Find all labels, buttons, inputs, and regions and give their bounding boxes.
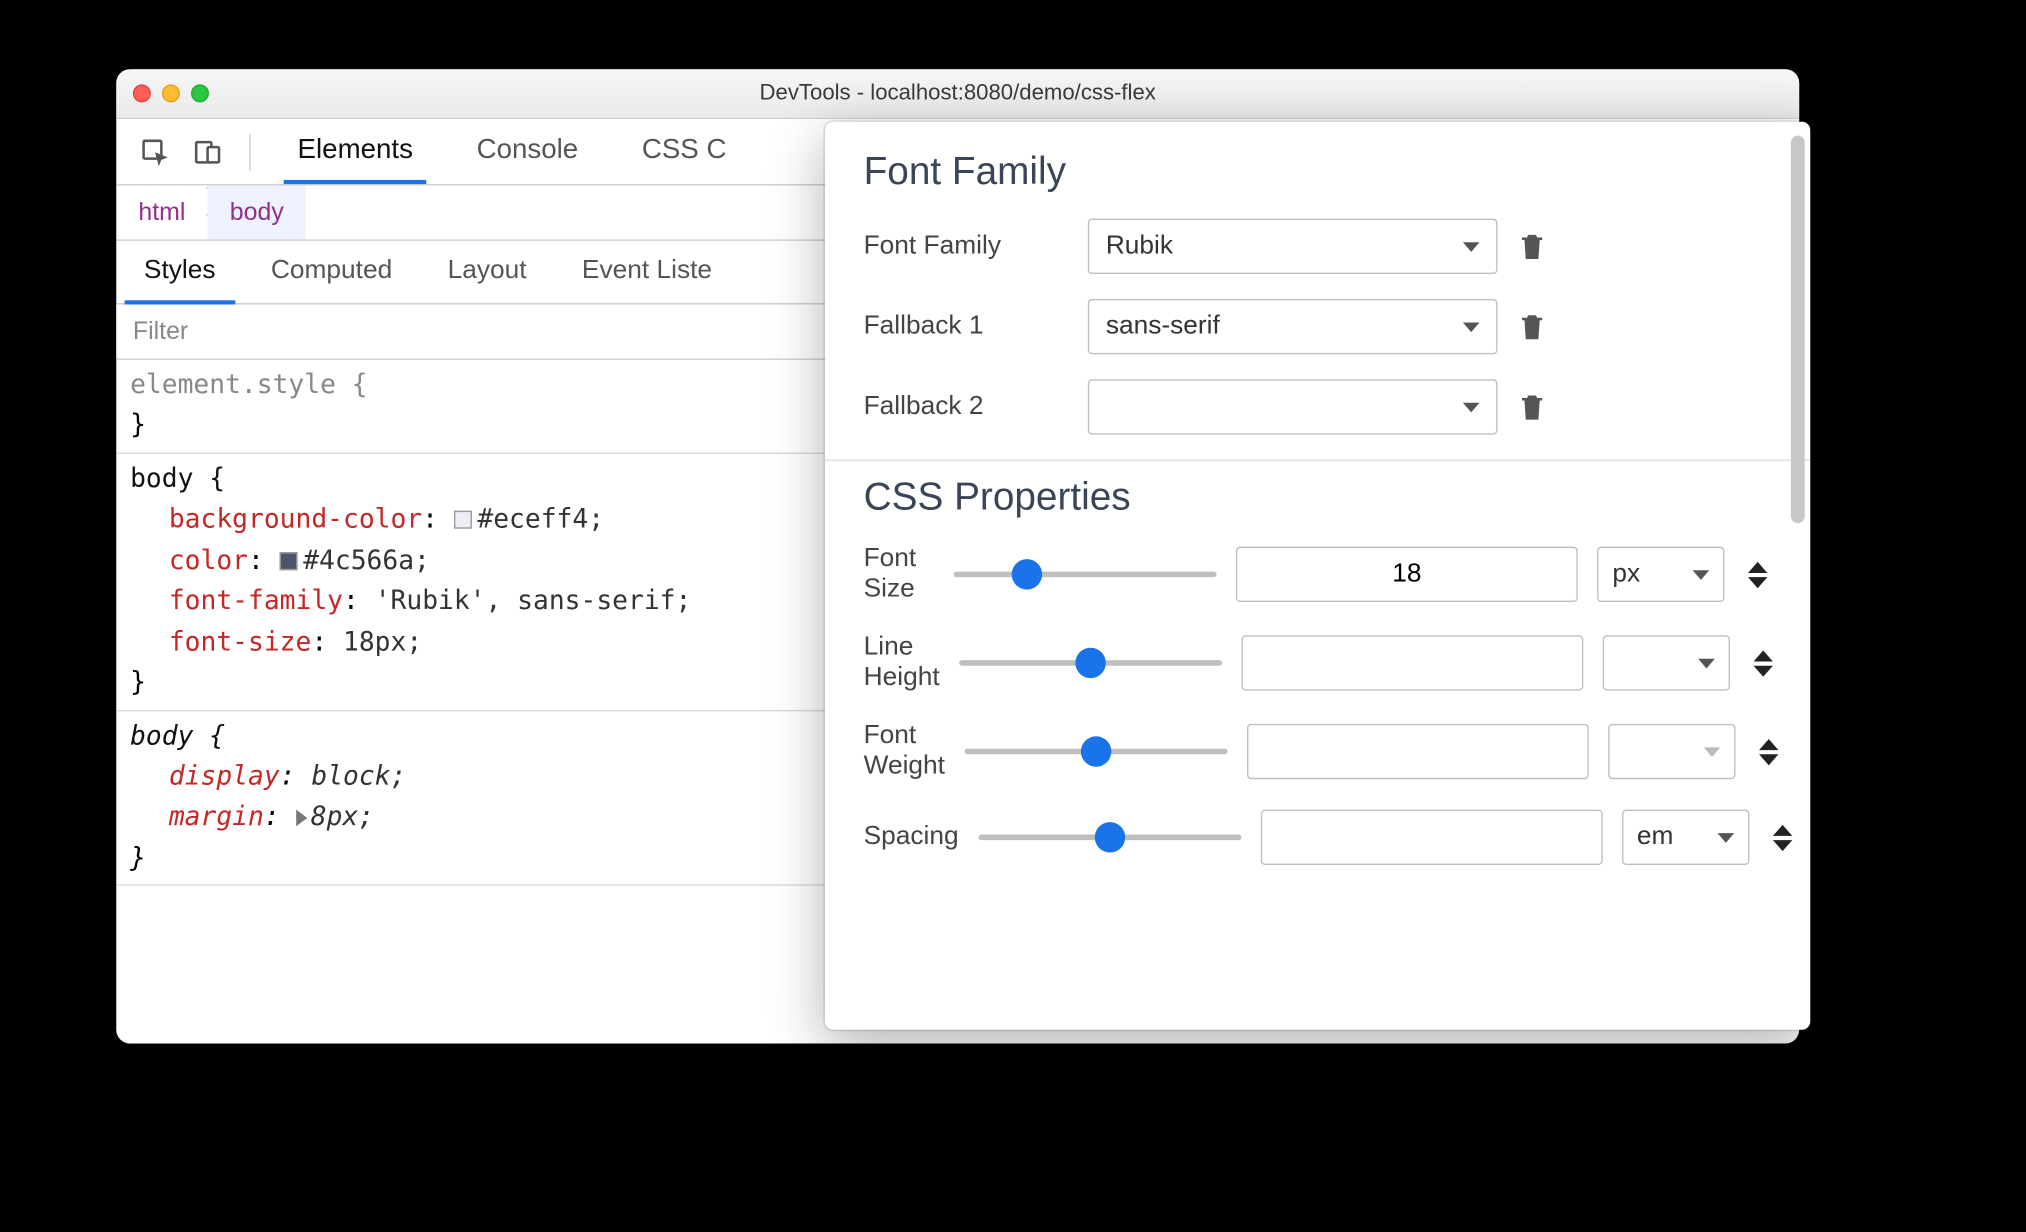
step-down-icon[interactable] — [1772, 839, 1791, 850]
trash-icon[interactable] — [1517, 310, 1547, 343]
font-size-slider[interactable] — [954, 561, 1217, 589]
font-size-input[interactable] — [1236, 547, 1578, 602]
spacing-input[interactable] — [1260, 810, 1602, 865]
font-weight-input[interactable] — [1247, 724, 1589, 779]
font-size-stepper — [1744, 561, 1772, 587]
fallback-2-select[interactable] — [1088, 379, 1498, 434]
subtab-layout[interactable]: Layout — [420, 242, 554, 303]
caret-down-icon — [1463, 322, 1480, 332]
line-height-row: Line Height — [864, 632, 1772, 693]
font-size-row: Font Size px — [864, 544, 1772, 605]
font-size-label: Font Size — [864, 544, 935, 605]
fallback-1-label: Fallback 1 — [864, 311, 1069, 341]
font-size-unit-select[interactable]: px — [1597, 547, 1724, 602]
font-editor-panel: Font Family Font Family Rubik Fallback 1… — [825, 122, 1810, 1030]
step-down-icon[interactable] — [1759, 754, 1778, 765]
toolbar-divider — [249, 134, 250, 170]
subtab-event-listeners[interactable]: Event Liste — [554, 242, 739, 303]
font-weight-stepper — [1755, 738, 1783, 764]
fallback-2-row: Fallback 2 — [864, 379, 1772, 434]
font-weight-label: Font Weight — [864, 721, 945, 782]
line-height-input[interactable] — [1241, 635, 1583, 690]
caret-down-icon — [1463, 402, 1480, 412]
font-weight-row: Font Weight — [864, 721, 1772, 782]
caret-down-icon — [1463, 242, 1480, 252]
panel-divider — [825, 459, 1810, 460]
trash-icon[interactable] — [1517, 230, 1547, 263]
tab-css-partial[interactable]: CSS C — [617, 120, 751, 182]
spacing-stepper — [1768, 824, 1796, 850]
css-properties-heading: CSS Properties — [864, 475, 1772, 519]
color-swatch-icon[interactable] — [454, 511, 472, 529]
spacing-unit-select[interactable]: em — [1622, 810, 1749, 865]
trash-icon[interactable] — [1517, 390, 1547, 423]
line-height-stepper — [1749, 650, 1777, 676]
expand-triangle-icon[interactable] — [296, 810, 307, 827]
step-up-icon[interactable] — [1748, 561, 1767, 572]
step-up-icon[interactable] — [1759, 738, 1778, 749]
window-title: DevTools - localhost:8080/demo/css-flex — [116, 81, 1799, 106]
caret-down-icon — [1703, 747, 1720, 757]
fallback-2-label: Fallback 2 — [864, 392, 1069, 422]
step-up-icon[interactable] — [1753, 650, 1772, 661]
fallback-1-select[interactable]: sans-serif — [1088, 299, 1498, 354]
breadcrumb-body[interactable]: body — [208, 185, 306, 239]
color-swatch-icon[interactable] — [280, 552, 298, 570]
titlebar: DevTools - localhost:8080/demo/css-flex — [116, 69, 1799, 119]
font-family-label: Font Family — [864, 231, 1069, 261]
step-up-icon[interactable] — [1772, 824, 1791, 835]
device-toggle-icon[interactable] — [188, 132, 227, 171]
font-weight-slider[interactable] — [964, 738, 1227, 766]
font-family-row: Font Family Rubik — [864, 219, 1772, 274]
caret-down-icon — [1693, 570, 1710, 580]
caret-down-icon — [1717, 832, 1734, 842]
tab-console[interactable]: Console — [452, 120, 603, 182]
spacing-label: Spacing — [864, 822, 959, 852]
font-family-heading: Font Family — [864, 149, 1772, 193]
line-height-unit-select[interactable] — [1603, 635, 1730, 690]
inspect-element-icon[interactable] — [136, 132, 175, 171]
line-height-slider[interactable] — [959, 649, 1222, 677]
subtab-styles[interactable]: Styles — [116, 242, 243, 303]
font-weight-unit-select[interactable] — [1608, 724, 1735, 779]
spacing-row: Spacing em — [864, 810, 1772, 865]
panel-scrollbar[interactable] — [1791, 136, 1805, 524]
fallback-1-row: Fallback 1 sans-serif — [864, 299, 1772, 354]
tab-elements[interactable]: Elements — [273, 120, 438, 182]
step-down-icon[interactable] — [1748, 576, 1767, 587]
breadcrumb-html[interactable]: html — [116, 185, 207, 239]
line-height-label: Line Height — [864, 632, 940, 693]
step-down-icon[interactable] — [1753, 665, 1772, 676]
subtab-computed[interactable]: Computed — [243, 242, 420, 303]
font-family-select[interactable]: Rubik — [1088, 219, 1498, 274]
fallback-1-value: sans-serif — [1106, 311, 1220, 341]
spacing-slider[interactable] — [978, 823, 1241, 851]
caret-down-icon — [1698, 658, 1715, 668]
font-family-value: Rubik — [1106, 231, 1173, 261]
